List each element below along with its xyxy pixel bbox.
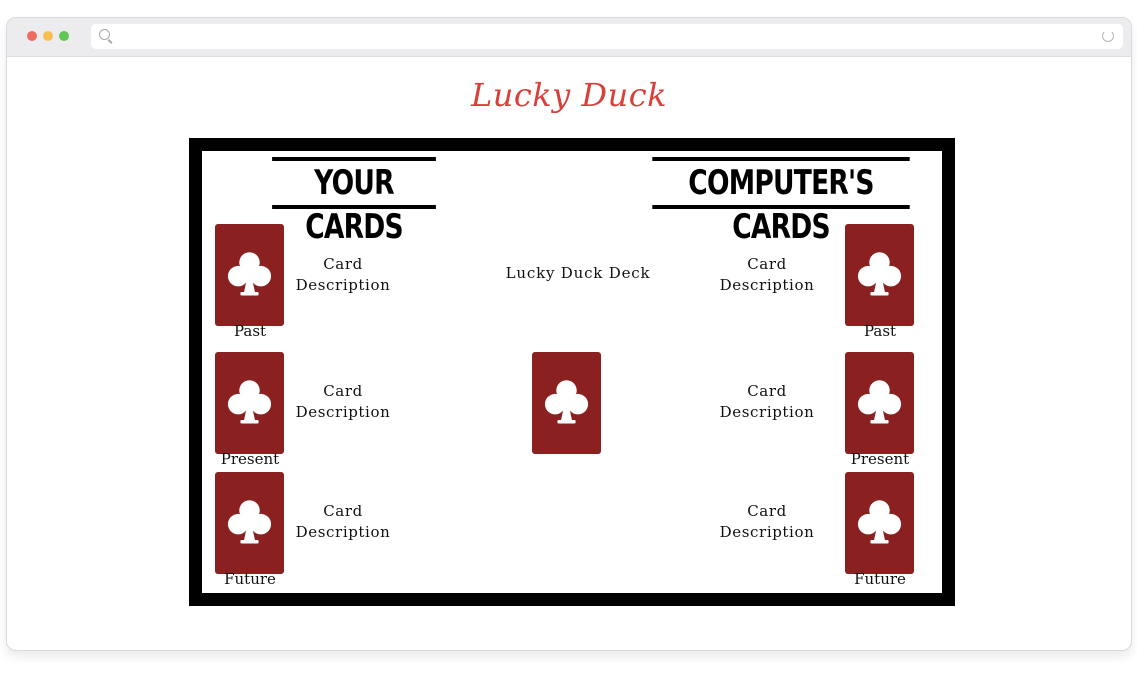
deck-label: Lucky Duck Deck bbox=[505, 264, 651, 282]
player-card-future[interactable] bbox=[215, 472, 284, 574]
site-title: Lucky Duck bbox=[471, 76, 667, 114]
browser-toolbar bbox=[7, 18, 1131, 57]
minimize-window-button[interactable] bbox=[43, 31, 53, 41]
computer-card-past[interactable] bbox=[845, 224, 914, 326]
computer-card-future-label: Future bbox=[854, 570, 906, 588]
computer-card-future-description: Card Description bbox=[719, 502, 815, 541]
computer-card-past-label: Past bbox=[863, 322, 897, 340]
maximize-window-button[interactable] bbox=[59, 31, 69, 41]
address-bar[interactable] bbox=[91, 24, 1123, 49]
computer-cards-header: COMPUTER'S CARDS bbox=[652, 157, 910, 247]
club-icon bbox=[857, 380, 902, 424]
club-icon bbox=[227, 380, 272, 424]
computer-card-present-description: Card Description bbox=[719, 382, 815, 421]
club-icon bbox=[227, 252, 272, 296]
player-card-future-description: Card Description bbox=[295, 502, 391, 541]
player-cards-header: YOUR CARDS bbox=[272, 157, 436, 247]
close-window-button[interactable] bbox=[27, 31, 37, 41]
player-card-past-description: Card Description bbox=[295, 255, 391, 294]
player-card-present-label: Present bbox=[220, 450, 280, 468]
club-icon bbox=[857, 500, 902, 544]
player-card-present-description: Card Description bbox=[295, 382, 391, 421]
lucky-duck-deck[interactable] bbox=[532, 352, 601, 454]
player-card-future-label: Future bbox=[224, 570, 276, 588]
reload-icon[interactable] bbox=[1102, 30, 1114, 42]
club-icon bbox=[227, 500, 272, 544]
computer-card-present[interactable] bbox=[845, 352, 914, 454]
game-board: YOUR CARDS COMPUTER'S CARDS Past Card De… bbox=[189, 138, 955, 606]
computer-card-past-description: Card Description bbox=[719, 255, 815, 294]
computer-card-future[interactable] bbox=[845, 472, 914, 574]
player-card-past-label: Past bbox=[233, 322, 267, 340]
browser-window: Lucky Duck YOUR CARDS COMPUTER'S CARDS P… bbox=[6, 17, 1132, 651]
player-card-present[interactable] bbox=[215, 352, 284, 454]
club-icon bbox=[544, 380, 589, 424]
player-card-past[interactable] bbox=[215, 224, 284, 326]
club-icon bbox=[857, 252, 902, 296]
computer-card-present-label: Present bbox=[850, 450, 910, 468]
search-icon bbox=[99, 29, 110, 40]
